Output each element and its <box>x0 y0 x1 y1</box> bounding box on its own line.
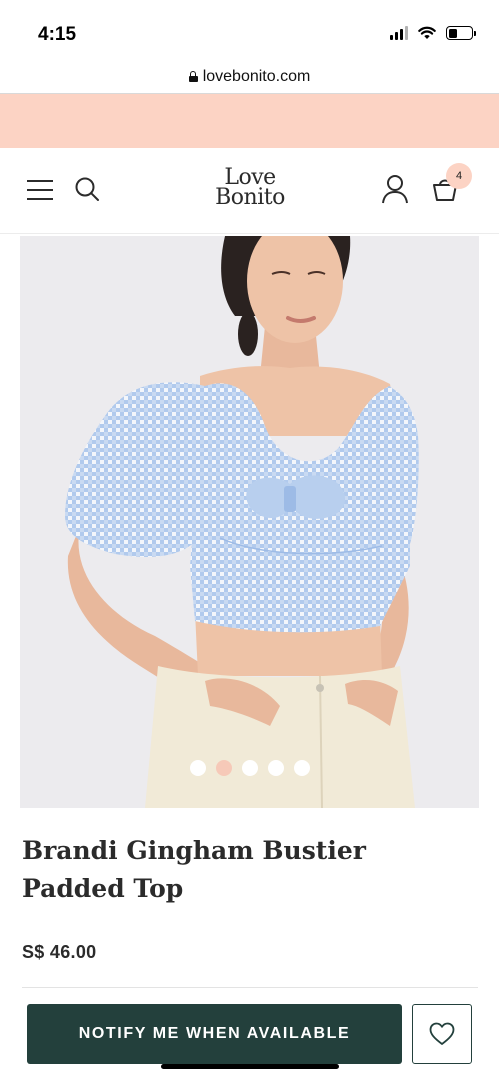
carousel-dot[interactable] <box>267 760 284 776</box>
menu-button[interactable] <box>24 176 56 204</box>
carousel-dot[interactable] <box>241 760 258 776</box>
status-bar: 4:15 <box>0 0 499 60</box>
battery-icon <box>446 26 476 40</box>
carousel-dot[interactable] <box>293 760 310 776</box>
url-bar[interactable]: lovebonito.com <box>0 60 499 94</box>
notify-me-button[interactable]: NOTIFY ME WHEN AVAILABLE <box>27 1004 402 1064</box>
user-icon <box>382 175 408 204</box>
hamburger-menu-icon <box>27 180 53 200</box>
status-icons <box>390 26 476 40</box>
logo-line-2: Bonito <box>215 185 285 210</box>
brand-logo[interactable]: Love Bonito <box>198 167 302 210</box>
carousel-dot[interactable] <box>189 760 206 776</box>
url-text: lovebonito.com <box>202 67 311 85</box>
product-price: S$ 46.00 <box>22 942 97 962</box>
account-button[interactable] <box>379 172 411 206</box>
promo-banner[interactable] <box>0 94 499 148</box>
product-photo <box>20 236 479 808</box>
search-button[interactable] <box>72 174 102 204</box>
cart-count-badge: 4 <box>446 163 472 189</box>
carousel-dots <box>20 760 479 776</box>
divider <box>22 987 478 988</box>
search-icon <box>75 177 99 201</box>
carousel-dot-active[interactable] <box>215 760 232 776</box>
home-indicator <box>161 1064 339 1069</box>
lock-icon <box>188 71 198 82</box>
heart-icon <box>429 1022 455 1045</box>
signal-icon <box>390 26 408 40</box>
wifi-icon <box>418 26 436 39</box>
product-image[interactable] <box>20 236 479 808</box>
status-time: 4:15 <box>38 24 77 45</box>
product-title: Brandi Gingham Bustier Padded Top <box>22 836 366 903</box>
site-header: Love Bonito <box>0 148 499 234</box>
wishlist-button[interactable] <box>412 1004 472 1064</box>
